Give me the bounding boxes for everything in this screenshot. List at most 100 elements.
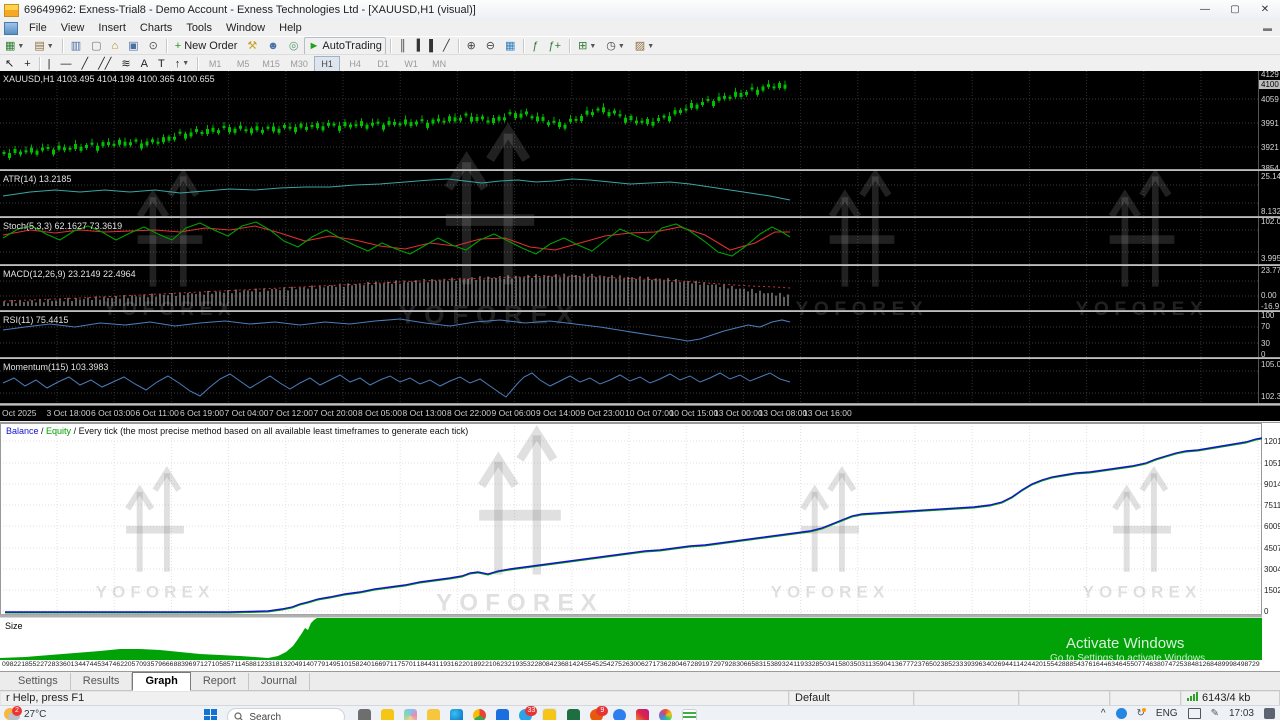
tester-y-label: 1502 (1264, 586, 1280, 595)
copilot-app-icon[interactable] (404, 709, 417, 720)
time-axis[interactable]: Oct 20253 Oct 18:006 Oct 03:006 Oct 11:0… (0, 405, 1280, 421)
menu-help[interactable]: Help (272, 21, 309, 35)
tab-settings[interactable]: Settings (6, 673, 71, 690)
timeframe-w1[interactable]: W1 (398, 56, 424, 72)
orange-app-icon[interactable]: 9 (590, 709, 603, 720)
pane-separator[interactable] (0, 169, 1280, 171)
mt4-app-icon[interactable] (381, 709, 394, 720)
status-profile[interactable]: Default (789, 691, 914, 706)
text-tool-button[interactable]: A (137, 55, 152, 73)
timeframe-m15[interactable]: M15 (258, 56, 284, 72)
notification-icon[interactable] (1264, 708, 1275, 719)
menu-tools[interactable]: Tools (179, 21, 219, 35)
tray-chevron-icon[interactable]: ^ (1101, 708, 1106, 719)
tile-windows-button[interactable]: ▦ (501, 37, 519, 55)
tab-results[interactable]: Results (71, 673, 133, 690)
yoforex-watermark-text: YOFOREX (399, 299, 581, 329)
shapes-button[interactable]: ↑▼ (171, 55, 193, 73)
weather-widget[interactable]: 2 27°C (4, 706, 46, 720)
cursor-tool-button[interactable]: ↖ (1, 55, 18, 73)
pane-separator[interactable] (0, 403, 1280, 405)
language-indicator[interactable]: ENG (1156, 708, 1178, 719)
new-chart-button[interactable]: ▦▼ (1, 37, 28, 55)
timeframe-mn[interactable]: MN (426, 56, 452, 72)
indicators-button[interactable]: ƒ (528, 37, 542, 55)
timeframe-d1[interactable]: D1 (370, 56, 396, 72)
experts-button[interactable]: ☻ (263, 37, 283, 55)
bar-chart-mode-button[interactable]: ║ (395, 37, 411, 55)
close-button[interactable]: ✕ (1250, 1, 1280, 19)
menu-insert[interactable]: Insert (91, 21, 133, 35)
search-input[interactable]: Search (227, 708, 345, 720)
data-window-button[interactable]: ▢ (87, 37, 105, 55)
price-axis[interactable]: 41294100405939913921385425.148.132102.03… (1258, 71, 1280, 403)
price-chart-canvas[interactable]: YOFOREXYOFOREXYOFOREXYOFOREXXAUUSD,H1 41… (0, 71, 1258, 403)
zoom-out-button[interactable]: ⊖ (482, 37, 499, 55)
input-indicator-icon[interactable] (1188, 708, 1201, 719)
menu-window[interactable]: Window (219, 21, 272, 35)
timeframe-m5[interactable]: M5 (230, 56, 256, 72)
tab-journal[interactable]: Journal (249, 673, 310, 690)
line-chart-mode-button[interactable]: ╱ (439, 37, 454, 55)
templates-button[interactable]: ▨▼ (631, 37, 658, 55)
instagram-app-icon[interactable] (636, 709, 649, 720)
child-window-restore-icon[interactable]: ▬ (1263, 23, 1272, 33)
mt4-app-icon (381, 709, 394, 720)
taskview-app-icon[interactable] (358, 709, 371, 720)
file-explorer-icon[interactable] (427, 709, 440, 720)
market-watch-button[interactable]: ▥ (67, 37, 85, 55)
excel-app-icon[interactable] (567, 709, 580, 720)
tab-report[interactable]: Report (191, 673, 249, 690)
autotrading-button[interactable]: ►AutoTrading (304, 37, 385, 55)
label-tool-button[interactable]: T (154, 55, 169, 73)
fibonacci-button[interactable]: ≋ (117, 55, 134, 73)
terminal-button[interactable]: ▣ (124, 37, 142, 55)
notes-app-icon[interactable] (682, 709, 697, 720)
onedrive-icon[interactable] (1116, 708, 1127, 719)
indicator-list-button[interactable]: ƒ+ (545, 37, 566, 55)
tab-graph[interactable]: Graph (132, 672, 190, 691)
timeframe-m1[interactable]: M1 (202, 56, 228, 72)
mt4-running-app-icon[interactable] (542, 708, 557, 720)
navigator-button[interactable]: ⌂ (108, 37, 123, 55)
pane-separator[interactable] (0, 216, 1280, 218)
tester-y-label: 12018 (1264, 437, 1280, 446)
tester-graph-canvas[interactable]: YOFOREXYOFOREXYOFOREXYOFOREXSize (0, 423, 1262, 660)
timeframe-h4[interactable]: H4 (342, 56, 368, 72)
menu-charts[interactable]: Charts (133, 21, 179, 35)
pane-separator[interactable] (0, 310, 1280, 312)
sync-icon[interactable]: ↻ (1137, 708, 1146, 719)
new-order-button[interactable]: +New Order (171, 37, 242, 55)
tester-y-label: 10516 (1264, 459, 1280, 468)
menu-file[interactable]: File (22, 21, 54, 35)
news-button[interactable]: ◎ (285, 37, 303, 55)
photos-app-icon[interactable] (659, 709, 672, 720)
zoom-in-button[interactable]: ⊕ (463, 37, 480, 55)
edge-browser-icon[interactable] (450, 709, 463, 720)
strategy-tester-button[interactable]: ⊙ (145, 37, 162, 55)
timeframe-m30[interactable]: M30 (286, 56, 312, 72)
pane-separator[interactable] (0, 357, 1280, 359)
minimize-button[interactable]: — (1190, 1, 1220, 19)
timeframe-h1[interactable]: H1 (314, 56, 340, 72)
candlestick-mode-button[interactable]: ▍▐ (413, 37, 437, 55)
channel-button[interactable]: ╱╱ (94, 55, 115, 73)
store-app-icon[interactable] (496, 709, 509, 720)
pen-icon[interactable]: ✎ (1211, 708, 1219, 719)
metaeditor-button[interactable]: ⚒ (243, 37, 261, 55)
start-button[interactable] (204, 709, 217, 720)
pane-separator[interactable] (0, 264, 1280, 266)
clock-app-icon[interactable] (613, 709, 626, 720)
periods-button[interactable]: ◷▼ (602, 37, 629, 55)
profiles-button[interactable]: ▤▼ (30, 37, 57, 55)
maximize-button[interactable]: ▢ (1220, 1, 1250, 19)
horizontal-line-button[interactable]: — (57, 55, 76, 73)
menu-view[interactable]: View (54, 21, 92, 35)
chrome-browser-icon[interactable] (473, 709, 486, 720)
vertical-line-button[interactable]: | (44, 55, 55, 73)
crosshair-tool-button[interactable]: + (20, 55, 34, 73)
taskbar-clock[interactable]: 17:03 (1229, 708, 1254, 719)
add-indicator-button[interactable]: ⊞▼ (574, 37, 600, 55)
trendline-button[interactable]: ╱ (78, 55, 93, 73)
telegram-app-icon[interactable]: 33 (519, 709, 532, 720)
